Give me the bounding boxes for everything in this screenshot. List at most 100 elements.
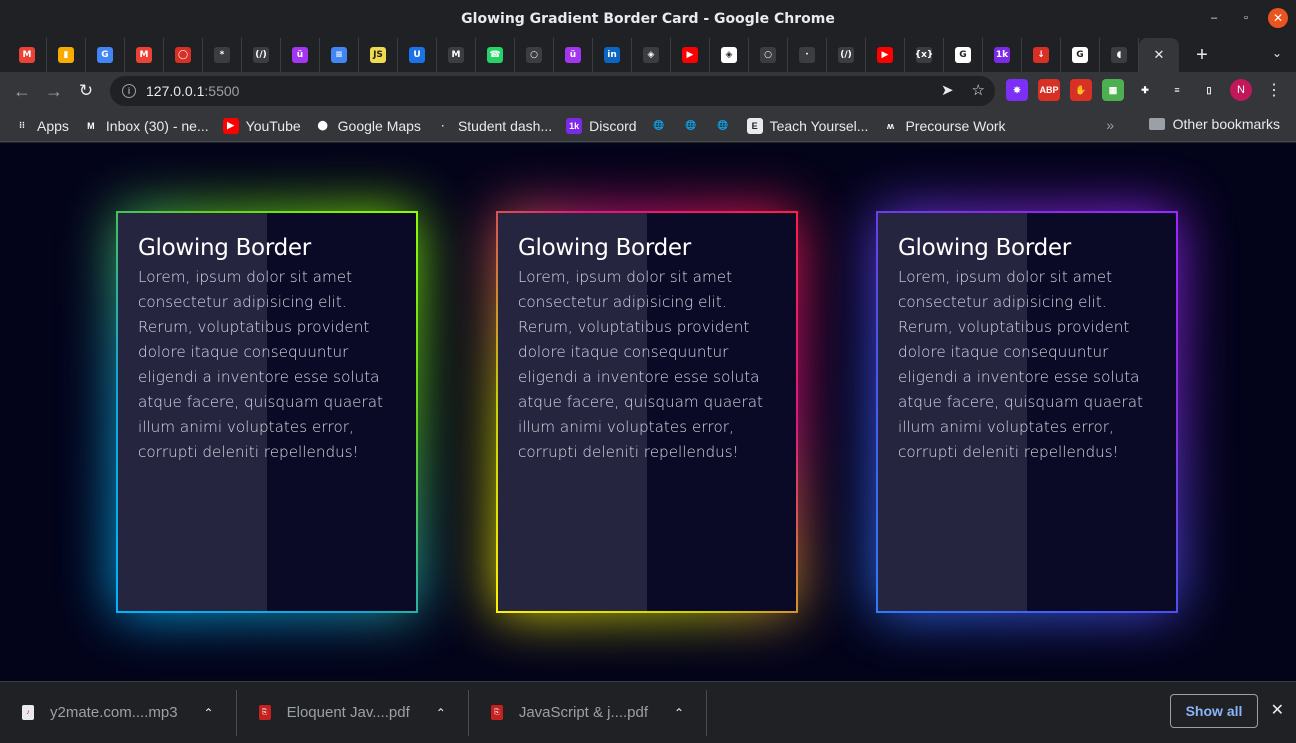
browser-tab[interactable]: ○ bbox=[515, 38, 554, 72]
bookmark-item[interactable]: E Teach Yoursel... bbox=[746, 117, 869, 134]
hand-icon[interactable]: ✋ bbox=[1070, 79, 1092, 101]
browser-tab[interactable]: ↓ bbox=[1022, 38, 1061, 72]
chevron-up-icon[interactable]: ⌃ bbox=[674, 706, 684, 720]
card-body: Glowing Border Lorem, ipsum dolor sit ame… bbox=[118, 213, 416, 611]
browser-tab[interactable]: ≡ bbox=[320, 38, 359, 72]
extension-purple-icon[interactable]: ✸ bbox=[1006, 79, 1028, 101]
browser-tab[interactable]: M bbox=[437, 38, 476, 72]
browser-tab[interactable]: G bbox=[944, 38, 983, 72]
card-title: Glowing Border bbox=[138, 235, 311, 261]
bookmark-label: Inbox (30) - ne... bbox=[105, 117, 209, 134]
address-bar[interactable]: i 127.0.0.1:5500 ➤ ☆ bbox=[110, 76, 995, 106]
kebab-menu-icon[interactable]: ⋮ bbox=[1266, 80, 1282, 100]
codecamp-icon: (/) bbox=[253, 47, 269, 63]
url-port: :5500 bbox=[204, 83, 240, 99]
address-url[interactable]: 127.0.0.1:5500 bbox=[146, 83, 239, 99]
download-filename: JavaScript & j....pdf bbox=[518, 704, 649, 721]
browser-tab[interactable]: in bbox=[593, 38, 632, 72]
close-window-icon[interactable]: ✕ bbox=[1268, 8, 1288, 28]
bookmark-label: Precourse Work bbox=[905, 117, 1006, 134]
bookmark-item[interactable]: ⬤ Google Maps bbox=[314, 117, 421, 134]
browser-tab[interactable]: ◈ bbox=[632, 38, 671, 72]
card-text: Lorem, ipsum dolor sit amet consectetur … bbox=[138, 268, 383, 461]
youtube-icon: ▶ bbox=[877, 47, 893, 63]
bookmark-item[interactable]: 🌐 bbox=[682, 117, 699, 134]
download-item[interactable]: ♪ y2mate.com....mp3 ⌃ bbox=[0, 689, 237, 736]
maximize-icon[interactable]: ▫ bbox=[1236, 8, 1256, 28]
sidepanel-icon[interactable]: ▯ bbox=[1198, 79, 1220, 101]
active-tab[interactable]: ✕ bbox=[1139, 38, 1179, 72]
page-viewport: Glowing Border Lorem, ipsum dolor sit ame… bbox=[0, 143, 1296, 681]
bookmarks-bar: ⁝⁝ Apps M Inbox (30) - ne... ▶ YouTube ⬤ Google… bbox=[0, 110, 1296, 142]
chevron-up-icon[interactable]: ⌃ bbox=[436, 706, 446, 720]
forward-arrow-icon[interactable]: → bbox=[38, 75, 70, 107]
browser-tab[interactable]: {x} bbox=[905, 38, 944, 72]
bookmark-label: Teach Yoursel... bbox=[769, 117, 869, 134]
browser-tab[interactable]: ◯ bbox=[164, 38, 203, 72]
browser-tab[interactable]: * bbox=[203, 38, 242, 72]
youtube-icon: ▶ bbox=[682, 47, 698, 63]
browser-tab[interactable]: 1k bbox=[983, 38, 1022, 72]
close-tab-icon[interactable]: ✕ bbox=[1154, 47, 1165, 63]
media-icon[interactable]: ≡ bbox=[1166, 79, 1188, 101]
browser-tab[interactable]: U bbox=[398, 38, 437, 72]
github-icon: ○ bbox=[760, 47, 776, 63]
browser-tab[interactable]: ▶ bbox=[671, 38, 710, 72]
adblock-icon[interactable]: ABP bbox=[1038, 79, 1060, 101]
bookmark-item[interactable]: M Inbox (30) - ne... bbox=[82, 117, 209, 134]
browser-toolbar: ← → ↻ i 127.0.0.1:5500 ➤ ☆ ✸ ABP ✋ ▦ ✚ ≡ ▯ N ⋮ bbox=[0, 72, 1296, 110]
bookmark-item[interactable]: · Student dash... bbox=[434, 117, 552, 134]
browser-tab[interactable]: · bbox=[788, 38, 827, 72]
download-item[interactable]: ⎘ JavaScript & j....pdf ⌃ bbox=[469, 689, 708, 736]
browser-tab[interactable]: ▶ bbox=[866, 38, 905, 72]
browser-tab[interactable]: JS bbox=[359, 38, 398, 72]
show-all-button[interactable]: Show all bbox=[1170, 694, 1258, 728]
card-text: Lorem, ipsum dolor sit amet consectetur … bbox=[898, 268, 1143, 461]
browser-tab[interactable]: ◈ bbox=[710, 38, 749, 72]
title-bar: Glowing Gradient Border Card - Google Ch… bbox=[0, 0, 1296, 38]
browser-tab[interactable]: ▮ bbox=[47, 38, 86, 72]
minimize-icon[interactable]: – bbox=[1204, 8, 1224, 28]
analytics-icon: ▮ bbox=[58, 47, 74, 63]
close-shelf-icon[interactable]: ✕ bbox=[1271, 700, 1284, 720]
chevron-up-icon[interactable]: ⌃ bbox=[204, 706, 214, 720]
browser-tab[interactable]: G bbox=[86, 38, 125, 72]
browser-tab[interactable]: (/) bbox=[827, 38, 866, 72]
browser-tab[interactable]: ○ bbox=[749, 38, 788, 72]
browser-tab[interactable]: G bbox=[1061, 38, 1100, 72]
card-title: Glowing Border bbox=[898, 235, 1071, 261]
browser-tab[interactable]: M bbox=[125, 38, 164, 72]
colorzilla-icon[interactable]: ▦ bbox=[1102, 79, 1124, 101]
browser-tab[interactable]: M bbox=[8, 38, 47, 72]
u-icon: U bbox=[409, 47, 425, 63]
folder-icon bbox=[1148, 118, 1165, 130]
bookmark-star-icon[interactable]: ☆ bbox=[972, 81, 985, 99]
bookmark-item[interactable]: 1k Discord bbox=[566, 117, 637, 134]
bookmarks-overflow-icon[interactable]: » bbox=[1106, 117, 1114, 133]
tab-search-chevron-icon[interactable]: ⌄ bbox=[1272, 46, 1282, 60]
puzzle-icon[interactable]: ✚ bbox=[1134, 79, 1156, 101]
browser-tab[interactable]: ü bbox=[554, 38, 593, 72]
bookmark-item[interactable]: ʍ Precourse Work bbox=[882, 117, 1006, 134]
new-tab-icon[interactable]: + bbox=[1187, 40, 1217, 70]
browser-tab[interactable]: ü bbox=[281, 38, 320, 72]
site-info-icon[interactable]: i bbox=[122, 84, 136, 98]
back-arrow-icon[interactable]: ← bbox=[6, 75, 38, 107]
google-icon: G bbox=[97, 47, 113, 63]
send-tab-icon[interactable]: ➤ bbox=[941, 81, 954, 99]
bookmark-item[interactable]: ⁝⁝ Apps bbox=[14, 117, 69, 134]
bookmark-item[interactable]: 🌐 bbox=[650, 117, 667, 134]
profile-avatar[interactable]: N bbox=[1230, 79, 1252, 101]
browser-tab[interactable]: (/) bbox=[242, 38, 281, 72]
bookmark-item[interactable]: ▶ YouTube bbox=[222, 117, 301, 134]
bookmark-item[interactable]: 🌐 bbox=[714, 117, 731, 134]
download-item[interactable]: ⎘ Eloquent Jav....pdf ⌃ bbox=[237, 689, 469, 736]
browser-tab[interactable]: ◖ bbox=[1100, 38, 1139, 72]
e-letter-icon: E bbox=[746, 117, 763, 134]
audio-icon: ◖ bbox=[1111, 47, 1127, 63]
browser-tab[interactable]: ☎ bbox=[476, 38, 515, 72]
reload-icon[interactable]: ↻ bbox=[70, 75, 102, 107]
other-bookmarks[interactable]: Other bookmarks bbox=[1148, 116, 1280, 132]
maps-pin-icon: ⬤ bbox=[314, 117, 331, 134]
gmail-icon: M bbox=[136, 47, 152, 63]
